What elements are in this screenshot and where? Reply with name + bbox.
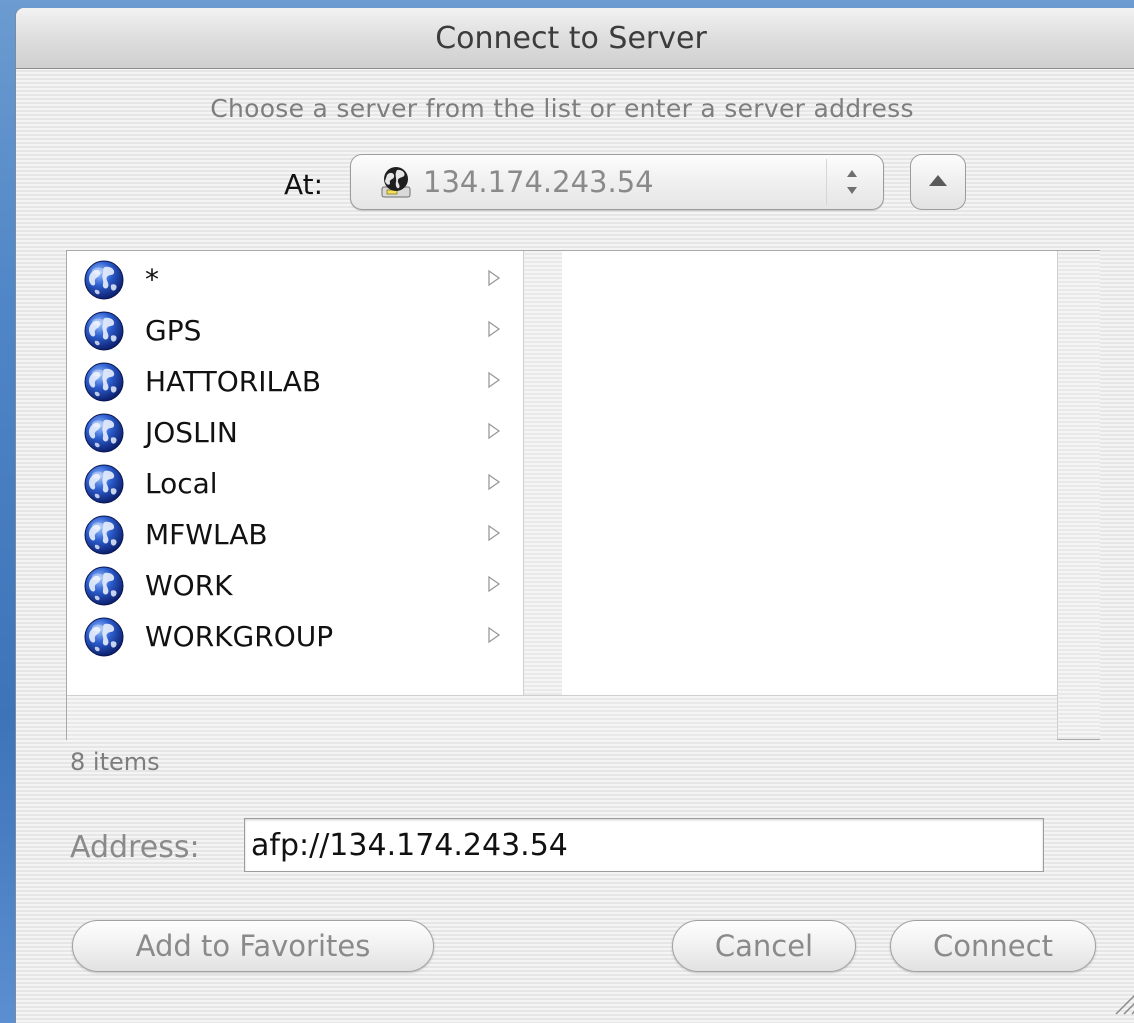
list-item-label: WORK (145, 569, 233, 602)
window-title: Connect to Server (435, 20, 707, 56)
server-globe-icon (381, 167, 411, 198)
list-item-label: GPS (145, 314, 202, 347)
address-field[interactable] (244, 818, 1044, 872)
instruction-text: Choose a server from the list or enter a… (210, 94, 914, 123)
disclosure-arrow-icon (488, 473, 501, 491)
globe-icon (83, 259, 125, 301)
server-list-column[interactable]: * GPS HATTORILAB JOSLIN Local MFWLAB WORK WORKG… (67, 251, 523, 695)
list-item[interactable]: * (67, 255, 523, 306)
list-item[interactable]: WORK (67, 561, 523, 612)
server-browser: * GPS HATTORILAB JOSLIN Local MFWLAB WORK WORKG… (66, 250, 1100, 740)
globe-icon (83, 310, 125, 352)
globe-icon (83, 616, 125, 658)
add-to-favorites-button[interactable]: Add to Favorites (72, 920, 434, 972)
list-item[interactable]: HATTORILAB (67, 357, 523, 408)
at-label: At: (284, 168, 324, 201)
address-label: Address: (70, 830, 200, 865)
up-button[interactable] (910, 154, 966, 210)
globe-icon (83, 514, 125, 556)
disclosure-arrow-icon (488, 320, 501, 338)
list-item[interactable]: JOSLIN (67, 408, 523, 459)
globe-icon (83, 463, 125, 505)
triangle-up-icon (929, 175, 947, 186)
disclosure-arrow-icon (488, 575, 501, 593)
globe-icon (83, 361, 125, 403)
disclosure-arrow-icon (488, 269, 501, 287)
list-item[interactable]: WORKGROUP (67, 612, 523, 663)
list-item-label: MFWLAB (145, 518, 268, 551)
disclosure-arrow-icon (488, 371, 501, 389)
disclosure-arrow-icon (488, 626, 501, 644)
list-item-label: WORKGROUP (145, 620, 334, 653)
list-item-label: JOSLIN (145, 416, 238, 449)
list-item-label: Local (145, 467, 218, 500)
at-server-popup[interactable]: 134.174.243.54 (350, 154, 884, 210)
horizontal-scrollbar[interactable] (67, 695, 1057, 740)
list-item-label: * (145, 263, 159, 296)
globe-icon (83, 412, 125, 454)
at-server-value: 134.174.243.54 (423, 165, 654, 199)
list-item-label: HATTORILAB (145, 365, 322, 398)
title-bar[interactable]: Connect to Server (16, 8, 1134, 69)
list-item[interactable]: MFWLAB (67, 510, 523, 561)
resize-grip-icon[interactable] (1110, 986, 1134, 1016)
items-count: 8 items (70, 748, 160, 776)
popup-divider (826, 159, 827, 205)
cancel-button[interactable]: Cancel (672, 920, 856, 972)
disclosure-arrow-icon (488, 422, 501, 440)
disclosure-arrow-icon (488, 524, 501, 542)
connect-to-server-window: Connect to Server Choose a server from t… (16, 8, 1134, 1023)
server-detail-column[interactable] (562, 251, 1056, 695)
connect-button[interactable]: Connect (890, 920, 1096, 972)
list-item[interactable]: Local (67, 459, 523, 510)
list-item[interactable]: GPS (67, 306, 523, 357)
column-divider[interactable] (523, 251, 563, 695)
popup-arrows-icon (847, 170, 857, 194)
vertical-scrollbar[interactable] (1057, 251, 1100, 739)
globe-icon (83, 565, 125, 607)
